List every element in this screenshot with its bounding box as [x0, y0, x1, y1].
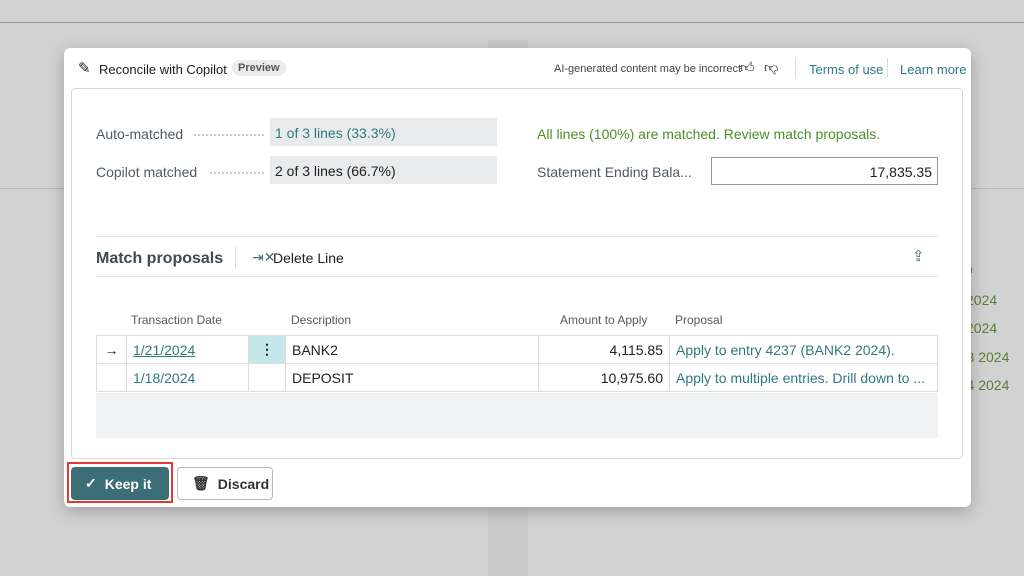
thumbs-up-icon[interactable]: 👍︎: [740, 59, 755, 76]
description-cell: BANK2: [285, 335, 539, 364]
amount-cell: 4,115.85: [538, 335, 670, 364]
terms-of-use-link[interactable]: Terms of use: [809, 62, 883, 77]
col-transaction-date[interactable]: Transaction Date: [131, 313, 222, 327]
balance-label: Statement Ending Bala...: [537, 164, 692, 180]
copilot-matched-value: 2 of 3 lines (66.7%): [270, 156, 497, 184]
bg-divider: [0, 22, 1024, 23]
row-menu-icon[interactable]: ⋮: [248, 335, 286, 364]
proposals-table: → 1/21/2024 ⋮ BANK2 4,115.85 Apply to en…: [96, 335, 938, 392]
col-amount[interactable]: Amount to Apply: [560, 313, 647, 327]
copilot-matched-label: Copilot matched: [96, 164, 198, 180]
row-menu-cell: [248, 363, 286, 392]
discard-button[interactable]: 🗑︎ Discard: [177, 467, 273, 500]
trash-icon: 🗑︎: [192, 475, 210, 491]
dot-leader: [194, 134, 264, 136]
divider: [887, 58, 888, 78]
divider: [96, 276, 938, 277]
date-cell[interactable]: 1/21/2024: [133, 342, 195, 358]
divider: [235, 246, 236, 268]
thumbs-down-icon[interactable]: 👎︎: [764, 59, 778, 76]
auto-matched-label: Auto-matched: [96, 126, 184, 142]
keep-label: Keep it: [104, 475, 152, 492]
delete-line-button[interactable]: Delete Line: [273, 250, 344, 266]
copilot-dialog: ✎ Reconcile with Copilot Preview AI-gene…: [64, 48, 971, 507]
table-row[interactable]: 1/18/2024 DEPOSIT 10,975.60 Apply to mul…: [96, 363, 938, 392]
col-description[interactable]: Description: [291, 313, 351, 327]
delete-line-icon[interactable]: ⇥✕: [252, 249, 275, 266]
checkmark-icon: ✓: [85, 475, 97, 491]
table-empty-area: [96, 393, 938, 438]
content-card: Auto-matched 1 of 3 lines (33.3%) Copilo…: [71, 88, 963, 459]
pencil-icon: ✎: [78, 60, 91, 77]
dialog-title: Reconcile with Copilot: [99, 62, 227, 77]
divider: [795, 58, 796, 78]
proposal-cell[interactable]: Apply to entry 4237 (BANK2 2024).: [669, 335, 938, 364]
description-cell: DEPOSIT: [285, 363, 539, 392]
ai-disclaimer: AI-generated content may be incorrect: [554, 63, 742, 75]
match-proposals-title: Match proposals: [96, 250, 224, 267]
col-proposal[interactable]: Proposal: [675, 313, 722, 327]
divider: [96, 236, 938, 237]
row-arrow-icon: →: [96, 335, 127, 364]
keep-it-button[interactable]: ✓ Keep it: [71, 467, 169, 500]
discard-label: Discard: [217, 475, 270, 492]
date-cell[interactable]: 1/18/2024: [133, 370, 195, 386]
dialog-header: ✎ Reconcile with Copilot Preview AI-gene…: [64, 48, 971, 88]
match-status: All lines (100%) are matched. Review mat…: [537, 126, 881, 142]
amount-cell: 10,975.60: [538, 363, 670, 392]
auto-matched-value[interactable]: 1 of 3 lines (33.3%): [270, 118, 497, 146]
share-icon[interactable]: ⇪: [912, 247, 925, 265]
learn-more-link[interactable]: Learn more: [900, 62, 966, 77]
preview-badge: Preview: [232, 60, 286, 76]
table-row[interactable]: → 1/21/2024 ⋮ BANK2 4,115.85 Apply to en…: [96, 335, 938, 364]
row-selector: [96, 363, 127, 392]
balance-field[interactable]: 17,835.35: [711, 157, 938, 185]
dot-leader: [210, 172, 264, 174]
proposal-cell[interactable]: Apply to multiple entries. Drill down to…: [669, 363, 938, 392]
